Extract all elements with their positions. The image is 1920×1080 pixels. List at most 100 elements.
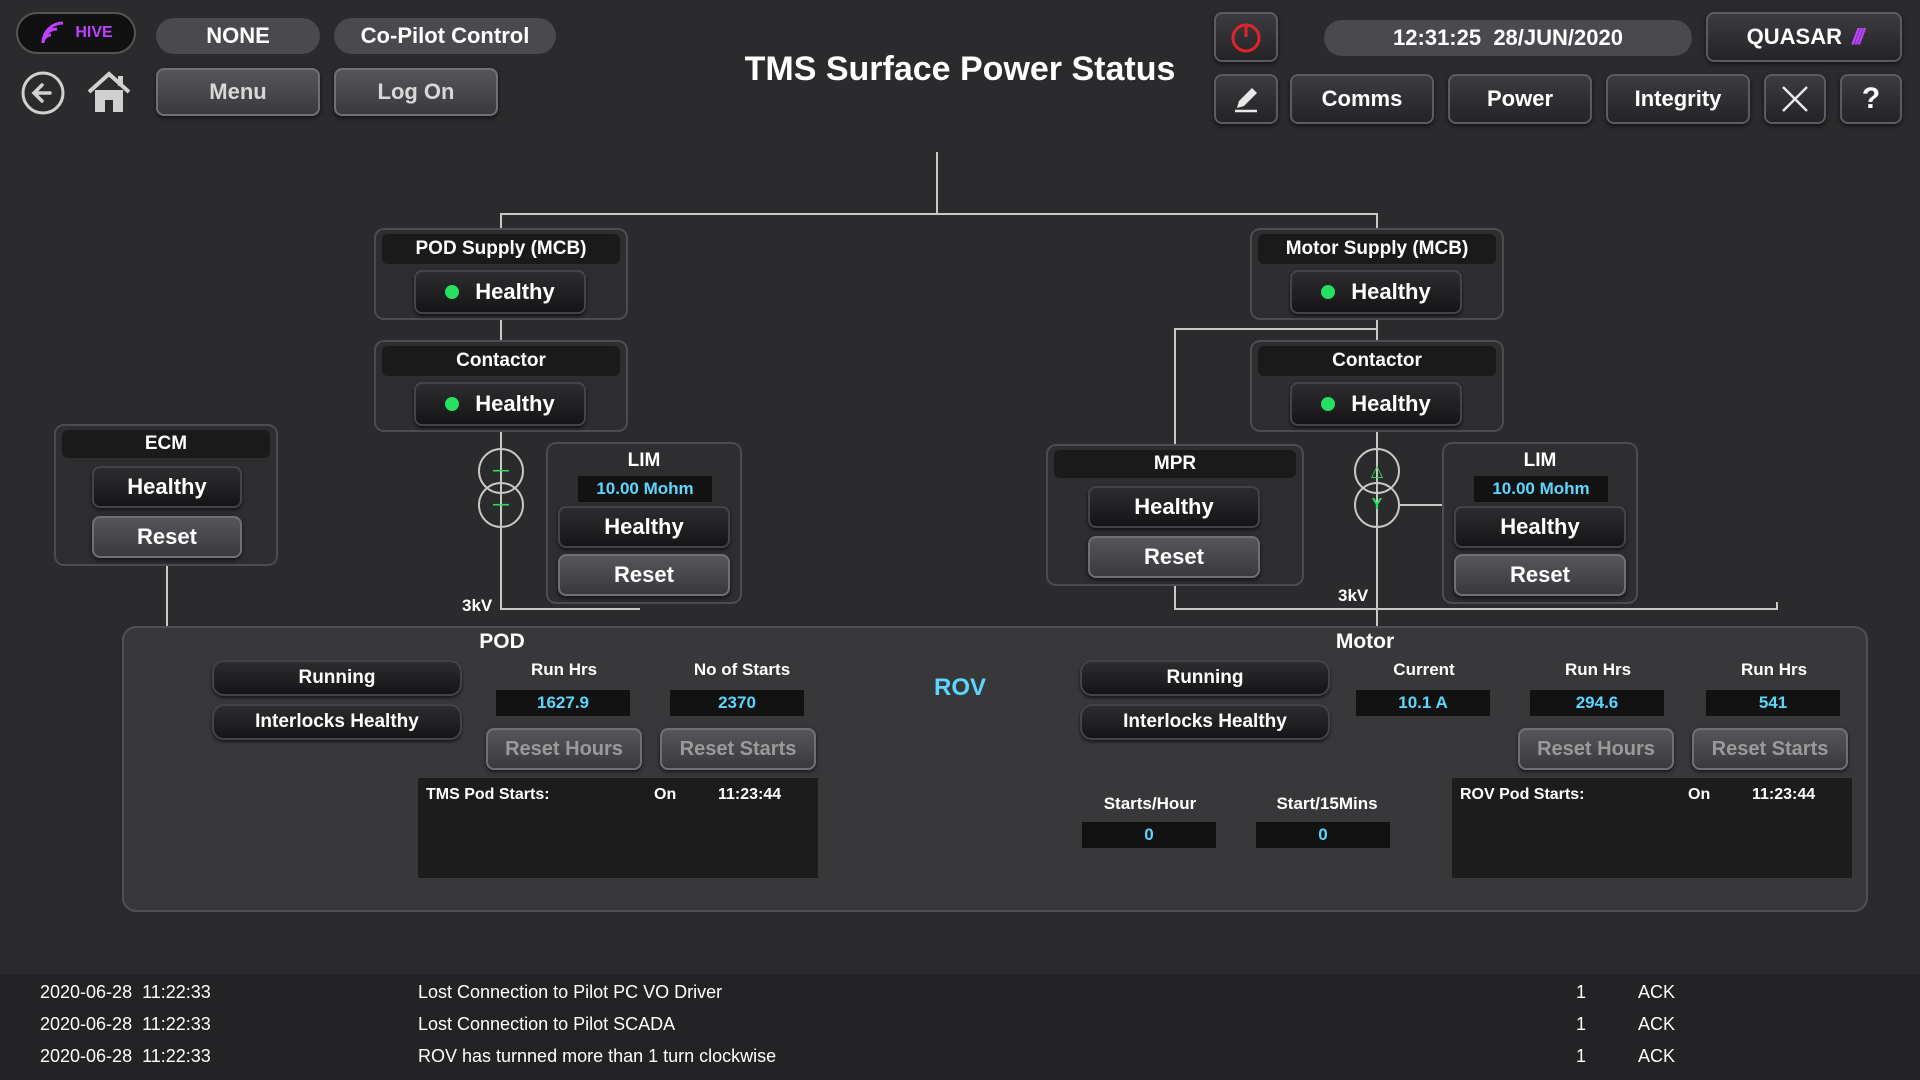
alarm-ack[interactable]: ACK bbox=[1638, 1014, 1675, 1035]
user-pill[interactable]: NONE bbox=[156, 18, 320, 54]
power-off-button[interactable] bbox=[1214, 12, 1278, 62]
wire bbox=[936, 152, 938, 214]
alarm-time: 2020-06-28 11:22:33 bbox=[40, 1046, 211, 1066]
alarm-log: 2020-06-28 11:22:33 Lost Connection to P… bbox=[0, 974, 1920, 1080]
ecm-reset-button[interactable]: Reset bbox=[92, 516, 242, 558]
mpr-reset-button[interactable]: Reset bbox=[1088, 536, 1260, 578]
pod-supply-title: POD Supply (MCB) bbox=[382, 234, 620, 264]
motor-section-title: Motor bbox=[1335, 630, 1395, 653]
alarm-row[interactable]: 2020-06-28 11:22:33 ROV has turnned more… bbox=[0, 1046, 1920, 1074]
pod-running-status[interactable]: Running bbox=[212, 660, 462, 696]
motor-reset-hours-button[interactable]: Reset Hours bbox=[1518, 728, 1674, 770]
slash-logo-icon: /// bbox=[1852, 24, 1864, 49]
help-button[interactable]: ? bbox=[1840, 74, 1902, 124]
tms-pod-starts-log: TMS Pod Starts: On 11:23:44 bbox=[418, 778, 818, 878]
alarm-count: 1 bbox=[1576, 1046, 1587, 1066]
page-title: TMS Surface Power Status bbox=[744, 50, 1176, 88]
motor-supply-title: Motor Supply (MCB) bbox=[1258, 234, 1496, 264]
wire bbox=[1174, 328, 1378, 330]
pod-lim-value: 10.00 Mohm bbox=[578, 476, 712, 502]
motor-supply-status-label: Healthy bbox=[1351, 279, 1431, 304]
starts-per-hour-label: Starts/Hour bbox=[1103, 794, 1197, 813]
wire bbox=[500, 213, 502, 229]
wire bbox=[1376, 213, 1378, 229]
rov-label: ROV bbox=[933, 674, 986, 701]
tms-pod-starts-label: TMS Pod Starts: bbox=[426, 786, 550, 803]
wire bbox=[500, 608, 640, 610]
wire bbox=[1174, 328, 1176, 446]
rov-pod-starts-state: On bbox=[1688, 786, 1711, 803]
wire bbox=[500, 213, 1378, 215]
motor-lim-value: 10.00 Mohm bbox=[1474, 476, 1608, 502]
motor-interlocks-status[interactable]: Interlocks Healthy bbox=[1080, 704, 1330, 740]
logon-button[interactable]: Log On bbox=[334, 68, 498, 116]
pod-supply-status[interactable]: Healthy bbox=[414, 270, 586, 314]
pod-voltage-label: 3kV bbox=[462, 596, 493, 615]
pod-contactor-title: Contactor bbox=[382, 346, 620, 376]
wire bbox=[1776, 602, 1778, 610]
pod-reset-starts-button[interactable]: Reset Starts bbox=[660, 728, 816, 770]
ecm-status[interactable]: Healthy bbox=[92, 466, 242, 508]
datetime-display: 12:31:25 28/JUN/2020 bbox=[1324, 20, 1692, 56]
motor-contactor-status[interactable]: Healthy bbox=[1290, 382, 1462, 426]
pod-contactor-status[interactable]: Healthy bbox=[414, 382, 586, 426]
comms-button[interactable]: Comms bbox=[1290, 74, 1434, 124]
wire bbox=[1174, 608, 1778, 610]
alarm-count: 1 bbox=[1576, 1014, 1587, 1034]
healthy-indicator-icon bbox=[445, 397, 460, 411]
pod-interlocks-status[interactable]: Interlocks Healthy bbox=[212, 704, 462, 740]
power-icon bbox=[1231, 23, 1261, 53]
rov-pod-starts-label: ROV Pod Starts: bbox=[1460, 786, 1585, 803]
motor-contactor-status-label: Healthy bbox=[1351, 391, 1431, 416]
pod-section-title: POD bbox=[479, 630, 525, 653]
edit-button[interactable] bbox=[1214, 74, 1278, 124]
wire bbox=[1376, 320, 1378, 340]
alarm-time: 2020-06-28 11:22:33 bbox=[40, 982, 211, 1002]
alarm-row[interactable]: 2020-06-28 11:22:33 Lost Connection to P… bbox=[0, 982, 1920, 1010]
pod-run-hrs-label: Run Hrs bbox=[530, 660, 598, 679]
close-icon bbox=[1782, 86, 1808, 112]
alarm-ack[interactable]: ACK bbox=[1638, 982, 1675, 1003]
pod-lim-reset-button[interactable]: Reset bbox=[558, 554, 730, 596]
power-button[interactable]: Power bbox=[1448, 74, 1592, 124]
alarm-ack[interactable]: ACK bbox=[1638, 1046, 1675, 1067]
motor-contactor-title: Contactor bbox=[1258, 346, 1496, 376]
pod-transformer-icon: — bbox=[478, 482, 524, 528]
home-icon[interactable] bbox=[84, 68, 134, 116]
motor-reset-starts-button[interactable]: Reset Starts bbox=[1692, 728, 1848, 770]
wire bbox=[1398, 504, 1444, 506]
motor-current-label: Current bbox=[1393, 660, 1455, 679]
healthy-indicator-icon bbox=[445, 285, 460, 299]
ecm-title: ECM bbox=[62, 430, 270, 458]
alarm-message: ROV has turnned more than 1 turn clockwi… bbox=[418, 1046, 777, 1066]
tms-pod-starts-state: On bbox=[654, 786, 677, 803]
alarm-message: Lost Connection to Pilot SCADA bbox=[418, 1014, 676, 1034]
brand-badge[interactable]: QUASAR /// bbox=[1706, 12, 1902, 62]
pod-lim-status[interactable]: Healthy bbox=[558, 506, 730, 548]
alarm-row[interactable]: 2020-06-28 11:22:33 Lost Connection to P… bbox=[0, 1014, 1920, 1042]
motor-lim-title: LIM bbox=[1523, 450, 1557, 471]
menu-button[interactable]: Menu bbox=[156, 68, 320, 116]
control-mode-pill[interactable]: Co-Pilot Control bbox=[334, 18, 556, 54]
pod-reset-hours-button[interactable]: Reset Hours bbox=[486, 728, 642, 770]
healthy-indicator-icon bbox=[1321, 285, 1336, 299]
motor-supply-status[interactable]: Healthy bbox=[1290, 270, 1462, 314]
pod-supply-status-label: Healthy bbox=[475, 279, 555, 304]
motor-lim-status[interactable]: Healthy bbox=[1454, 506, 1626, 548]
motor-running-status[interactable]: Running bbox=[1080, 660, 1330, 696]
motor-lim-reset-button[interactable]: Reset bbox=[1454, 554, 1626, 596]
close-button[interactable] bbox=[1764, 74, 1826, 124]
healthy-indicator-icon bbox=[1321, 397, 1336, 411]
back-icon[interactable] bbox=[20, 70, 66, 116]
motor-run-hrs-label: Run Hrs bbox=[1564, 660, 1632, 679]
pod-run-hrs-value: 1627.9 bbox=[496, 690, 630, 716]
mpr-status[interactable]: Healthy bbox=[1088, 486, 1260, 528]
pod-lim-title: LIM bbox=[627, 450, 661, 471]
hive-logo[interactable]: HIVE bbox=[16, 12, 136, 54]
pencil-icon bbox=[1235, 88, 1257, 113]
rov-pod-starts-time: 11:23:44 bbox=[1752, 786, 1816, 803]
rov-pod-starts-log: ROV Pod Starts: On 11:23:44 bbox=[1452, 778, 1852, 878]
alarm-message: Lost Connection to Pilot PC VO Driver bbox=[418, 982, 723, 1002]
integrity-button[interactable]: Integrity bbox=[1606, 74, 1750, 124]
alarm-count: 1 bbox=[1576, 982, 1587, 1002]
